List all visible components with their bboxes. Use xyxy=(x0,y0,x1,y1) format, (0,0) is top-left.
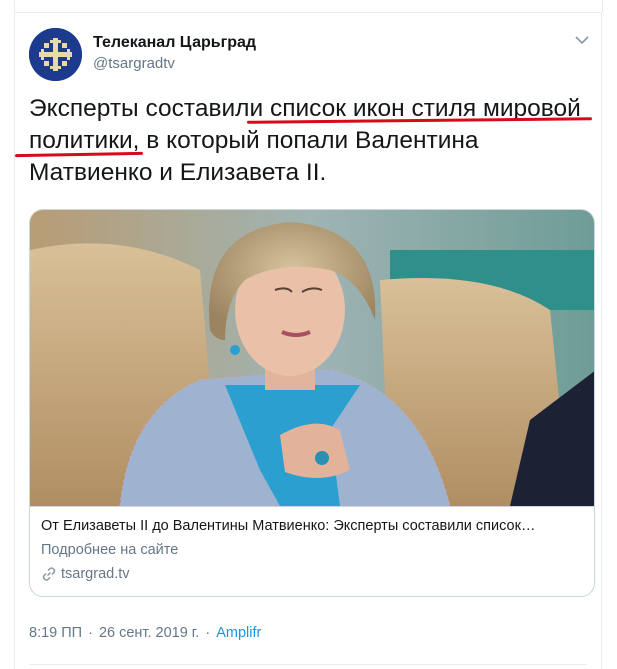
card-image xyxy=(30,210,594,506)
tweet-text-highlight: политики, xyxy=(29,127,140,154)
card-domain[interactable]: tsargrad.tv xyxy=(41,566,130,582)
tweet-time[interactable]: 8:19 ПП xyxy=(29,625,82,641)
tweet-text-part: Эксперты составили xyxy=(29,95,270,122)
divider xyxy=(29,664,587,665)
tweet-text-part: Матвиенко и Елизавета II. xyxy=(29,159,327,186)
card-body: От Елизаветы II до Валентины Матвиенко: … xyxy=(30,506,594,596)
cross-logo-icon xyxy=(29,28,82,81)
link-card[interactable]: От Елизаветы II до Валентины Матвиенко: … xyxy=(29,209,595,597)
card-domain-text: tsargrad.tv xyxy=(61,566,130,582)
separator: · xyxy=(88,625,93,641)
account-handle[interactable]: @tsargradtv xyxy=(93,55,175,72)
chevron-down-icon[interactable] xyxy=(573,31,591,49)
card-description: Подробнее на сайте xyxy=(41,542,179,558)
account-name[interactable]: Телеканал Царьград xyxy=(93,34,256,52)
tweet-text: Эксперты составили список икон стиля мир… xyxy=(29,93,589,189)
previous-tweet-border xyxy=(14,0,603,12)
avatar[interactable] xyxy=(29,28,82,81)
source-app-link[interactable]: Amplifr xyxy=(216,625,261,641)
separator: · xyxy=(205,625,211,641)
tweet: Телеканал Царьград @tsargradtv Эксперты … xyxy=(14,12,602,669)
tweet-date[interactable]: 26 сент. 2019 г. xyxy=(99,625,199,641)
link-icon xyxy=(42,567,56,581)
tweet-text-part: в который попали Валентина xyxy=(139,127,479,154)
tweet-meta: 8:19 ПП · 26 сент. 2019 г. · Amplifr xyxy=(29,625,261,641)
card-title[interactable]: От Елизаветы II до Валентины Матвиенко: … xyxy=(41,518,586,534)
